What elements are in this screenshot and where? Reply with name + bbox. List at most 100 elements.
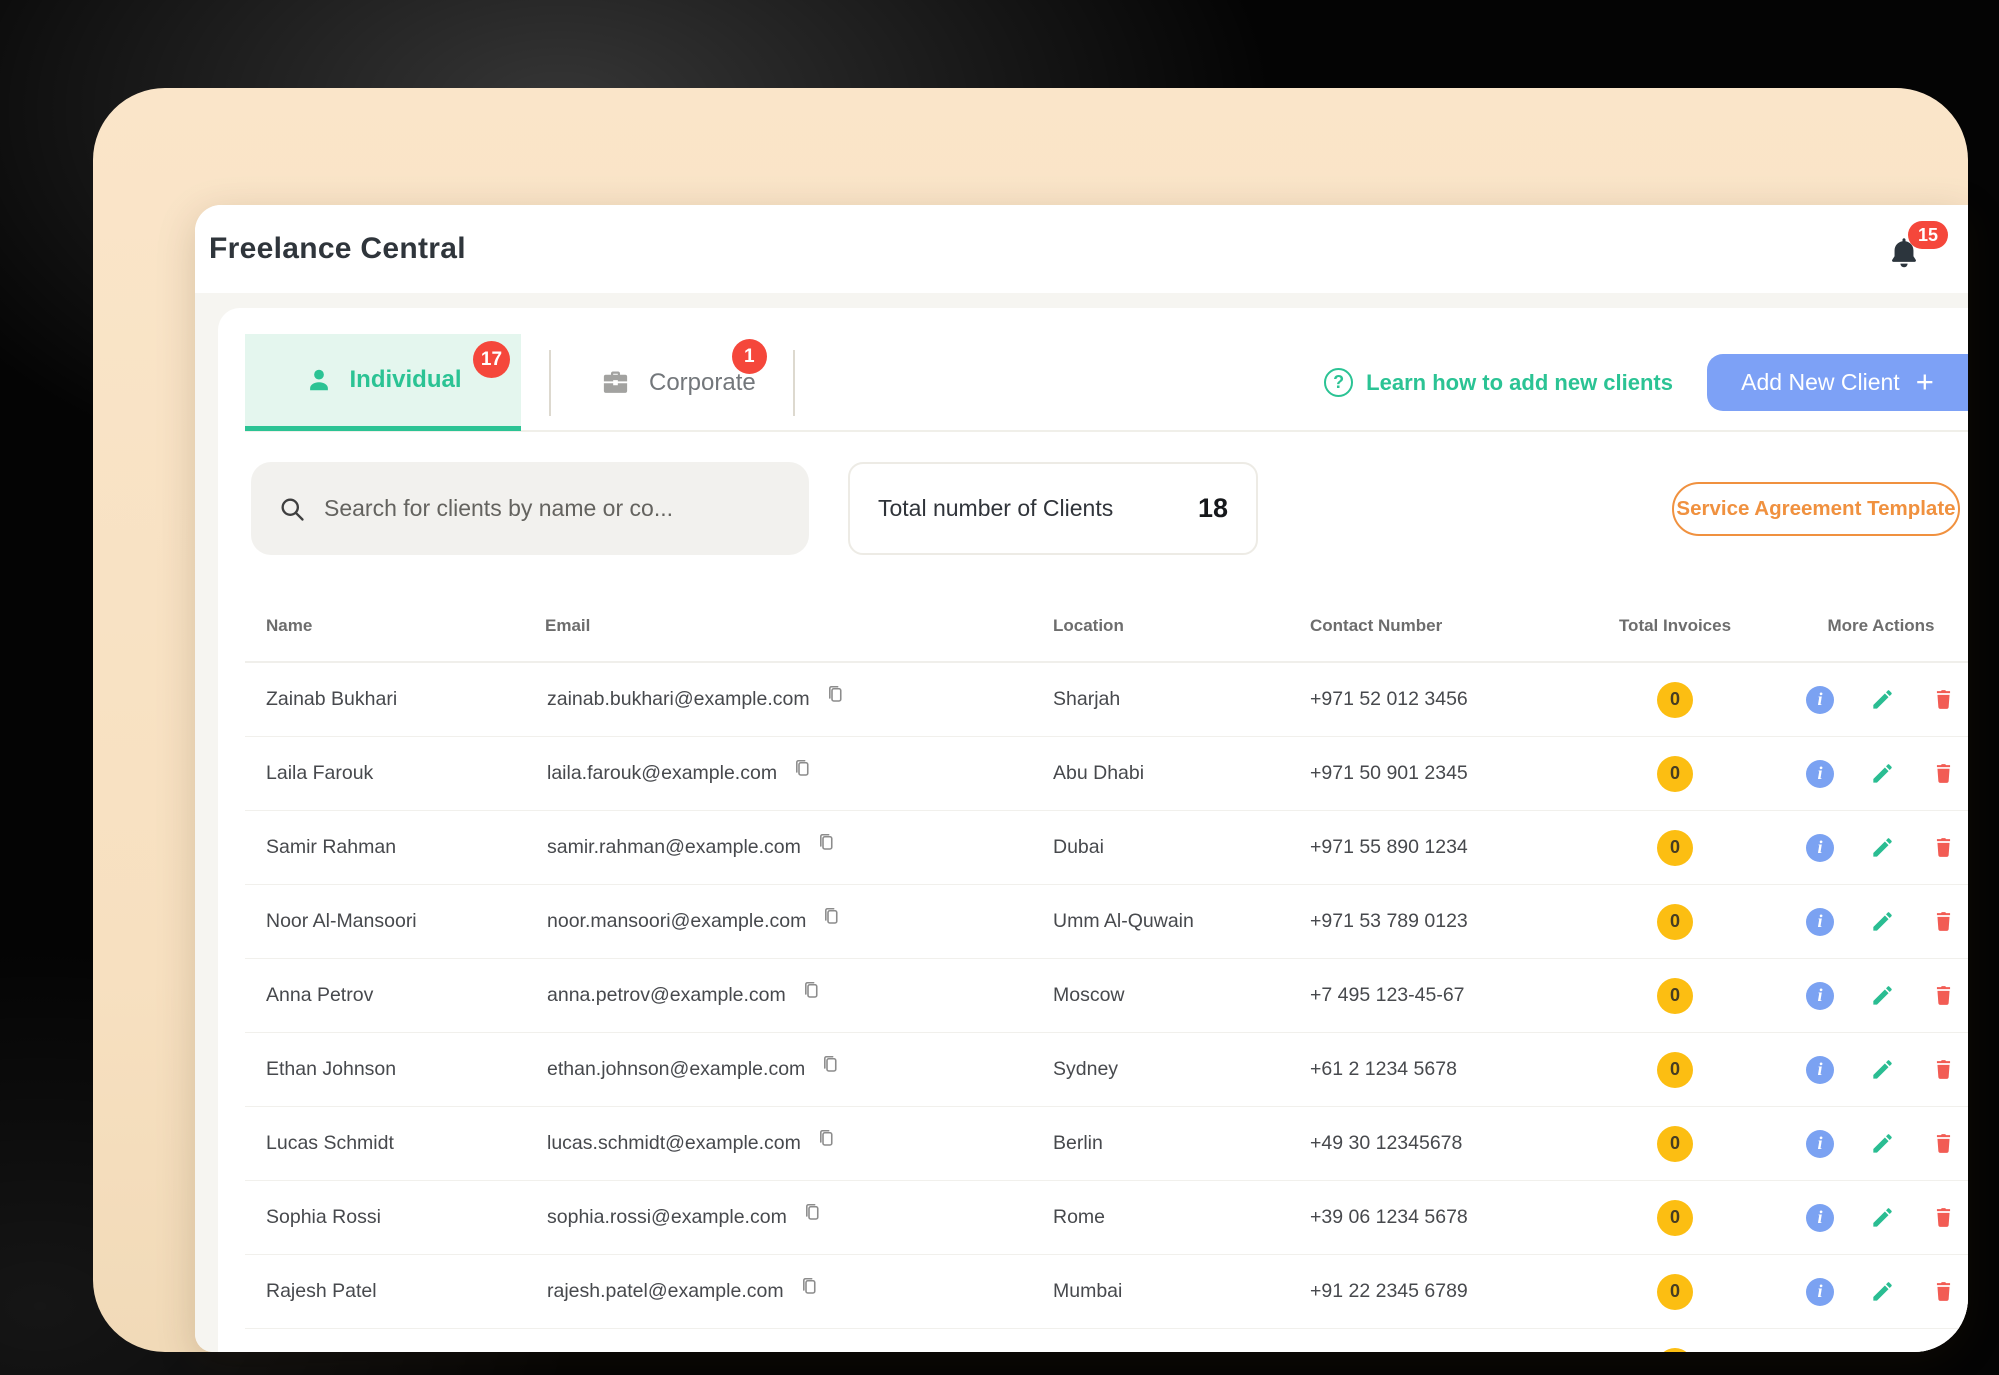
invoice-count-cell: 0 xyxy=(1570,1348,1780,1353)
table-row: Samir Rahman samir.rahman@example.com Du… xyxy=(245,811,1968,885)
client-name: Anna Petrov xyxy=(245,984,545,1007)
copy-icon[interactable] xyxy=(816,830,837,854)
client-email: noor.mansoori@example.com xyxy=(547,910,806,933)
client-email: ethan.johnson@example.com xyxy=(547,1058,805,1081)
client-location: Sydney xyxy=(1050,1058,1310,1081)
delete-button[interactable] xyxy=(1931,1057,1956,1082)
clients-table: Name Email Location Contact Number Total… xyxy=(245,591,1968,1352)
delete-button[interactable] xyxy=(1931,835,1956,860)
info-button[interactable]: i xyxy=(1806,1204,1834,1232)
edit-button[interactable] xyxy=(1870,761,1895,786)
delete-button[interactable] xyxy=(1931,1279,1956,1304)
tab-corporate[interactable]: Corporate 1 xyxy=(551,334,793,431)
client-contact: +7 495 123-45-67 xyxy=(1310,984,1570,1007)
client-location: Sharjah xyxy=(1050,688,1310,711)
edit-button[interactable] xyxy=(1870,1131,1895,1156)
app-header: Freelance Central 15 xyxy=(195,205,1968,293)
client-name: Sophia Rossi xyxy=(245,1206,545,1229)
client-location: Rome xyxy=(1050,1206,1310,1229)
invoice-count-badge: 0 xyxy=(1657,756,1693,792)
client-name: Lucas Schmidt xyxy=(245,1132,545,1155)
header-location: Location xyxy=(1050,616,1310,636)
header-contact: Contact Number xyxy=(1310,616,1570,636)
pencil-icon xyxy=(1870,909,1895,934)
info-button[interactable]: i xyxy=(1806,760,1834,788)
copy-icon[interactable] xyxy=(816,1126,837,1150)
tab-individual[interactable]: Individual 17 xyxy=(245,334,521,431)
invoice-count-cell: 0 xyxy=(1570,978,1780,1014)
delete-button[interactable] xyxy=(1931,761,1956,786)
total-clients-value: 18 xyxy=(1198,493,1228,524)
info-button[interactable]: i xyxy=(1806,834,1834,862)
row-actions: i xyxy=(1780,1278,1968,1306)
delete-button[interactable] xyxy=(1931,983,1956,1008)
client-location: Abu Dhabi xyxy=(1050,762,1310,785)
table-row: Anna Petrov anna.petrov@example.com Mosc… xyxy=(245,959,1968,1033)
tab-corporate-label: Corporate xyxy=(649,369,756,397)
copy-icon[interactable] xyxy=(821,904,842,928)
delete-button[interactable] xyxy=(1931,909,1956,934)
client-contact: +971 52 012 3456 xyxy=(1310,688,1570,711)
trash-icon xyxy=(1931,983,1956,1008)
service-agreement-template-button[interactable]: Service Agreement Template xyxy=(1672,482,1960,536)
copy-icon[interactable] xyxy=(802,1200,823,1224)
edit-button[interactable] xyxy=(1870,983,1895,1008)
info-button[interactable]: i xyxy=(1806,686,1834,714)
info-button[interactable]: i xyxy=(1806,1056,1834,1084)
pencil-icon xyxy=(1870,1205,1895,1230)
row-actions: i xyxy=(1780,834,1968,862)
add-new-client-label: Add New Client xyxy=(1741,369,1900,396)
search-input[interactable] xyxy=(324,495,782,522)
edit-button[interactable] xyxy=(1870,1057,1895,1082)
client-email: laila.farouk@example.com xyxy=(547,762,777,785)
copy-icon[interactable] xyxy=(825,682,846,706)
question-circle-icon: ? xyxy=(1324,368,1353,397)
client-email-cell: ethan.johnson@example.com xyxy=(545,1058,1050,1082)
content-area: Individual 17 Corporate 1 ? Learn how to… xyxy=(195,293,1968,1352)
client-location: Moscow xyxy=(1050,984,1310,1007)
pencil-icon xyxy=(1870,1131,1895,1156)
client-name: Noor Al-Mansoori xyxy=(245,910,545,933)
search-icon xyxy=(278,495,306,523)
tab-individual-label: Individual xyxy=(349,366,461,394)
client-email-cell: noor.mansoori@example.com xyxy=(545,910,1050,934)
client-email-cell: anna.petrov@example.com xyxy=(545,984,1050,1008)
client-email-cell: rajesh.patel@example.com xyxy=(545,1280,1050,1304)
client-contact: +971 55 890 1234 xyxy=(1310,836,1570,859)
notifications-button[interactable]: 15 xyxy=(1886,229,1924,269)
person-icon xyxy=(304,365,334,395)
copy-icon[interactable] xyxy=(792,756,813,780)
row-actions: i xyxy=(1780,1056,1968,1084)
info-button[interactable]: i xyxy=(1806,1278,1834,1306)
add-new-client-button[interactable]: Add New Client + xyxy=(1707,354,1968,411)
row-actions: i xyxy=(1780,686,1968,714)
client-email: zainab.bukhari@example.com xyxy=(547,688,810,711)
client-email-cell: sophia.rossi@example.com xyxy=(545,1206,1050,1230)
edit-button[interactable] xyxy=(1870,1205,1895,1230)
invoice-count-badge: 0 xyxy=(1657,1274,1693,1310)
pencil-icon xyxy=(1870,761,1895,786)
edit-button[interactable] xyxy=(1870,909,1895,934)
client-contact: +971 50 901 2345 xyxy=(1310,762,1570,785)
learn-how-link[interactable]: ? Learn how to add new clients xyxy=(1324,368,1673,397)
info-button[interactable]: i xyxy=(1806,982,1834,1010)
copy-icon[interactable] xyxy=(801,978,822,1002)
row-actions: i xyxy=(1780,1204,1968,1232)
edit-button[interactable] xyxy=(1870,687,1895,712)
client-email-cell: laila.farouk@example.com xyxy=(545,762,1050,786)
tabs-row: Individual 17 Corporate 1 ? Learn how to… xyxy=(245,335,1968,432)
trash-icon xyxy=(1931,1131,1956,1156)
client-name: Samir Rahman xyxy=(245,836,545,859)
invoice-count-badge: 0 xyxy=(1657,904,1693,940)
copy-icon[interactable] xyxy=(820,1052,841,1076)
info-button[interactable]: i xyxy=(1806,908,1834,936)
edit-button[interactable] xyxy=(1870,1279,1895,1304)
delete-button[interactable] xyxy=(1931,687,1956,712)
table-row: Ethan Johnson ethan.johnson@example.com … xyxy=(245,1033,1968,1107)
table-row: 0 i xyxy=(245,1329,1968,1352)
copy-icon[interactable] xyxy=(799,1274,820,1298)
delete-button[interactable] xyxy=(1931,1205,1956,1230)
edit-button[interactable] xyxy=(1870,835,1895,860)
delete-button[interactable] xyxy=(1931,1131,1956,1156)
info-button[interactable]: i xyxy=(1806,1130,1834,1158)
